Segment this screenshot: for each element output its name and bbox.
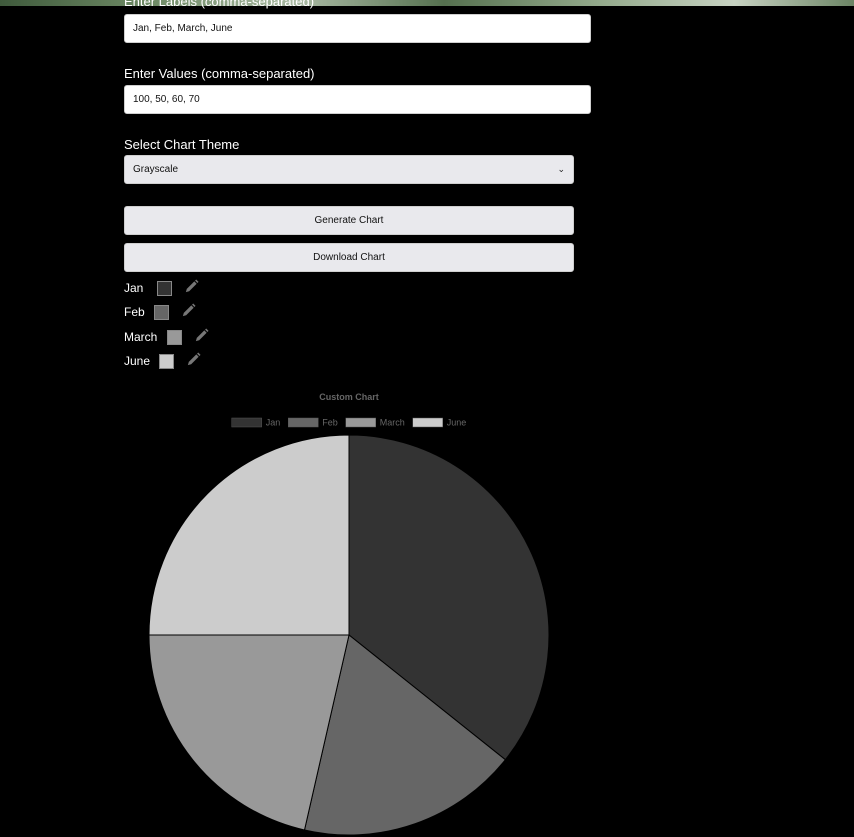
chart-title: Custom Chart xyxy=(319,392,379,402)
chart-legend: Jan Feb March June xyxy=(231,417,467,428)
legend-swatch-jan[interactable] xyxy=(231,417,262,428)
legend-swatch-june[interactable] xyxy=(412,417,444,428)
legend-label-march: March xyxy=(380,418,405,428)
pie-slices xyxy=(148,434,550,836)
pie-chart: Custom Chart Jan Feb March June xyxy=(148,392,550,836)
legend-label-feb: Feb xyxy=(322,418,338,428)
legend-swatch-march[interactable] xyxy=(345,417,376,428)
legend-swatch-feb[interactable] xyxy=(287,417,319,428)
legend-label-june: June xyxy=(447,418,467,428)
pie-slice-june xyxy=(148,434,350,636)
legend-label-jan: Jan xyxy=(266,418,281,428)
